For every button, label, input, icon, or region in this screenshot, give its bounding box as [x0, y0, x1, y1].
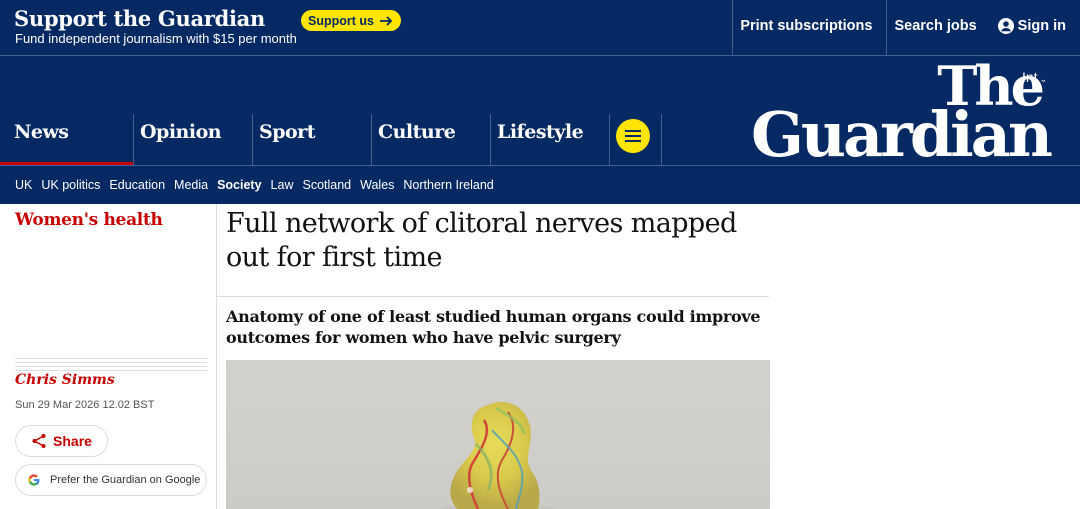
subnav-education[interactable]: Education [109, 178, 165, 192]
column-divider [216, 204, 217, 509]
byline-author[interactable]: Chris Simms [15, 372, 115, 388]
share-label: Share [53, 433, 92, 449]
sign-in-link[interactable]: Sign in [991, 0, 1080, 55]
pillar-culture[interactable]: Culture [371, 114, 490, 166]
support-title: Support the Guardian [14, 6, 265, 31]
prefer-google-button[interactable]: Prefer the Guardian on Google [15, 464, 207, 496]
support-us-button[interactable]: Support us [301, 10, 401, 31]
section-label[interactable]: Women's health [15, 210, 163, 230]
logo-line-2: Guardian [750, 98, 1053, 171]
hero-photo-clitoris-model [438, 402, 558, 509]
hero-image [226, 360, 770, 509]
hamburger-menu-icon[interactable] [616, 119, 650, 153]
pillar-nav: News Opinion Sport Culture Lifestyle [0, 114, 662, 166]
pillar-lifestyle[interactable]: Lifestyle [490, 114, 609, 166]
user-icon [997, 18, 1014, 34]
nav-divider [661, 114, 662, 166]
subnav-uk[interactable]: UK [15, 178, 32, 192]
subnav-media[interactable]: Media [174, 178, 208, 192]
arrow-right-icon [379, 15, 393, 26]
pillar-sport[interactable]: Sport [252, 114, 371, 166]
top-links: Print subscriptions Search jobs Sign in [732, 0, 1080, 55]
article-standfirst: Anatomy of one of least studied human or… [226, 307, 761, 347]
sign-in-label: Sign in [1017, 18, 1066, 34]
subnav-society[interactable]: Society [217, 178, 261, 192]
share-button[interactable]: Share [15, 425, 108, 457]
support-subtitle: Fund independent journalism with $15 per… [15, 31, 297, 46]
publish-date: Sun 29 Mar 2026 12.02 BST [15, 399, 155, 411]
subnav-uk-politics[interactable]: UK politics [41, 178, 100, 192]
standfirst-divider [217, 296, 769, 297]
subnav-scotland[interactable]: Scotland [302, 178, 351, 192]
print-subscriptions-link[interactable]: Print subscriptions [732, 0, 886, 55]
prefer-google-label: Prefer the Guardian on Google [50, 474, 201, 486]
pillar-news[interactable]: News [0, 114, 133, 166]
guardian-logo[interactable]: The Guardian [750, 59, 1053, 171]
support-us-label: Support us [308, 13, 374, 28]
subnav-law[interactable]: Law [271, 178, 294, 192]
support-bar: Support the Guardian Fund independent jo… [0, 0, 1080, 55]
google-g-icon [28, 474, 40, 486]
menu-button [609, 114, 661, 166]
subnav-wales[interactable]: Wales [360, 178, 394, 192]
article-headline: Full network of clitoral nerves mapped o… [226, 208, 737, 273]
search-jobs-link[interactable]: Search jobs [886, 0, 990, 55]
share-icon [32, 434, 46, 448]
pillar-opinion[interactable]: Opinion [133, 114, 252, 166]
subnav-northern-ireland[interactable]: Northern Ireland [403, 178, 493, 192]
sub-nav: UK UK politics Education Media Society L… [0, 165, 1080, 204]
masthead: Int ⌄ The Guardian News Opinion Sport Cul… [0, 55, 1080, 171]
